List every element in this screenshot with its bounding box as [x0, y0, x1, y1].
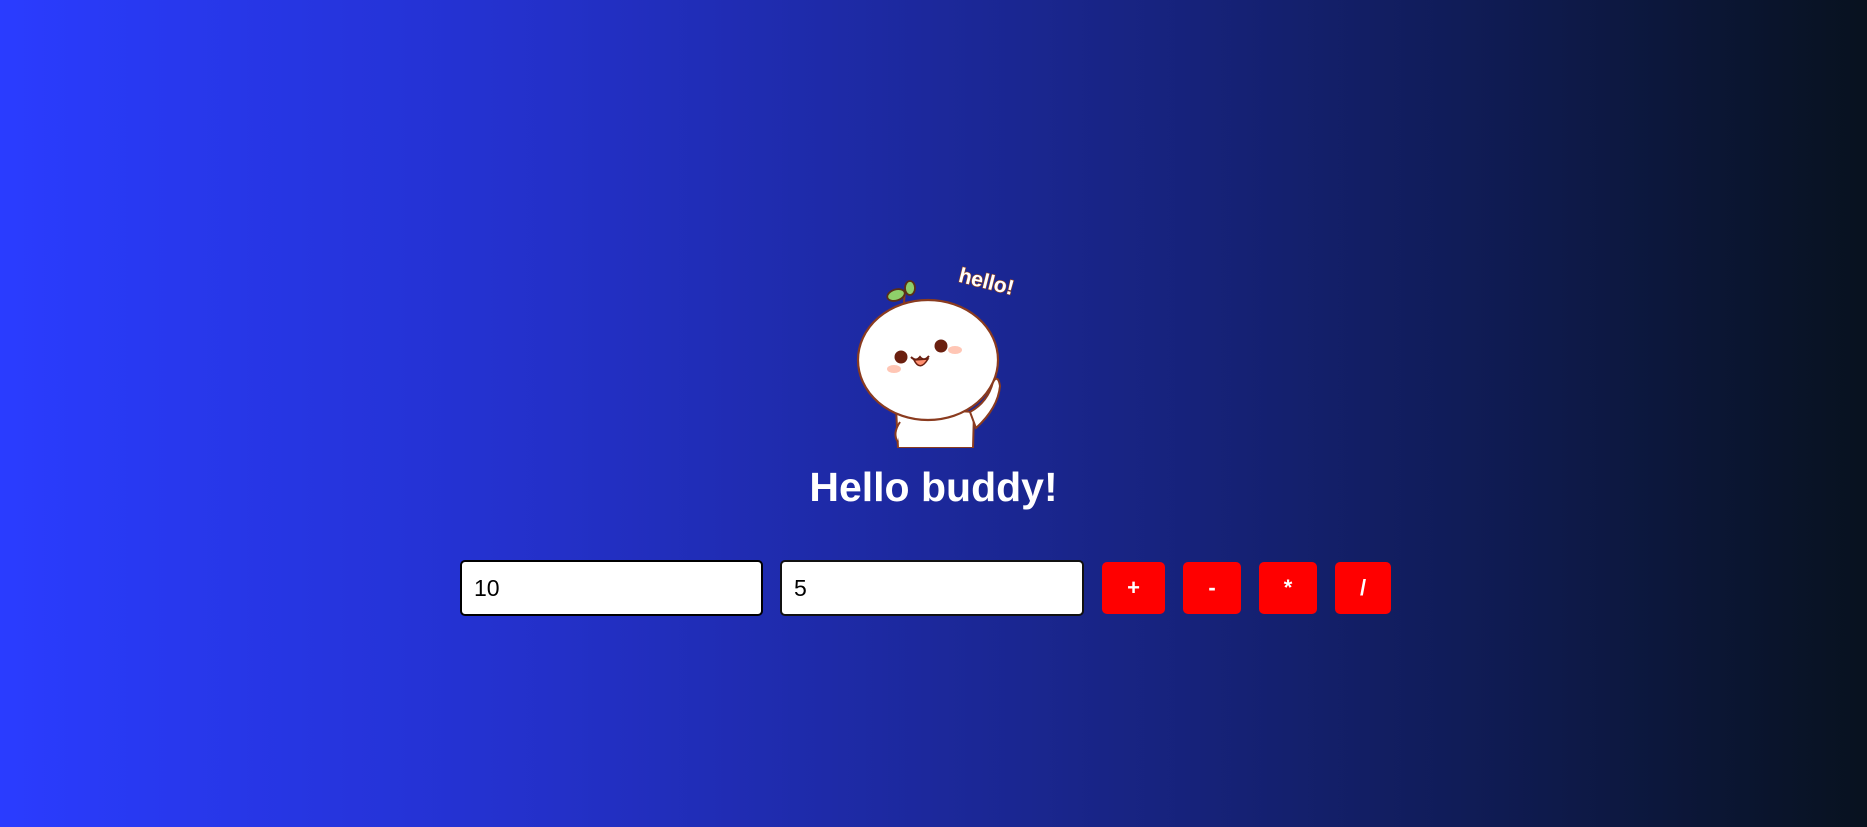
add-button[interactable]: + [1102, 562, 1165, 614]
mascot-image: hello! [848, 262, 1028, 449]
subtract-button[interactable]: - [1183, 562, 1241, 614]
multiply-button[interactable]: * [1259, 562, 1317, 614]
page-title: Hello buddy! [809, 464, 1058, 510]
second-number-input[interactable] [780, 560, 1084, 616]
waving-mascot-icon: hello! [856, 263, 1017, 449]
mascot-caption: hello! [956, 264, 1016, 300]
page-container: hello! Hello buddy! + [0, 0, 1867, 827]
first-number-input[interactable] [460, 560, 763, 616]
divide-button[interactable]: / [1335, 562, 1391, 614]
